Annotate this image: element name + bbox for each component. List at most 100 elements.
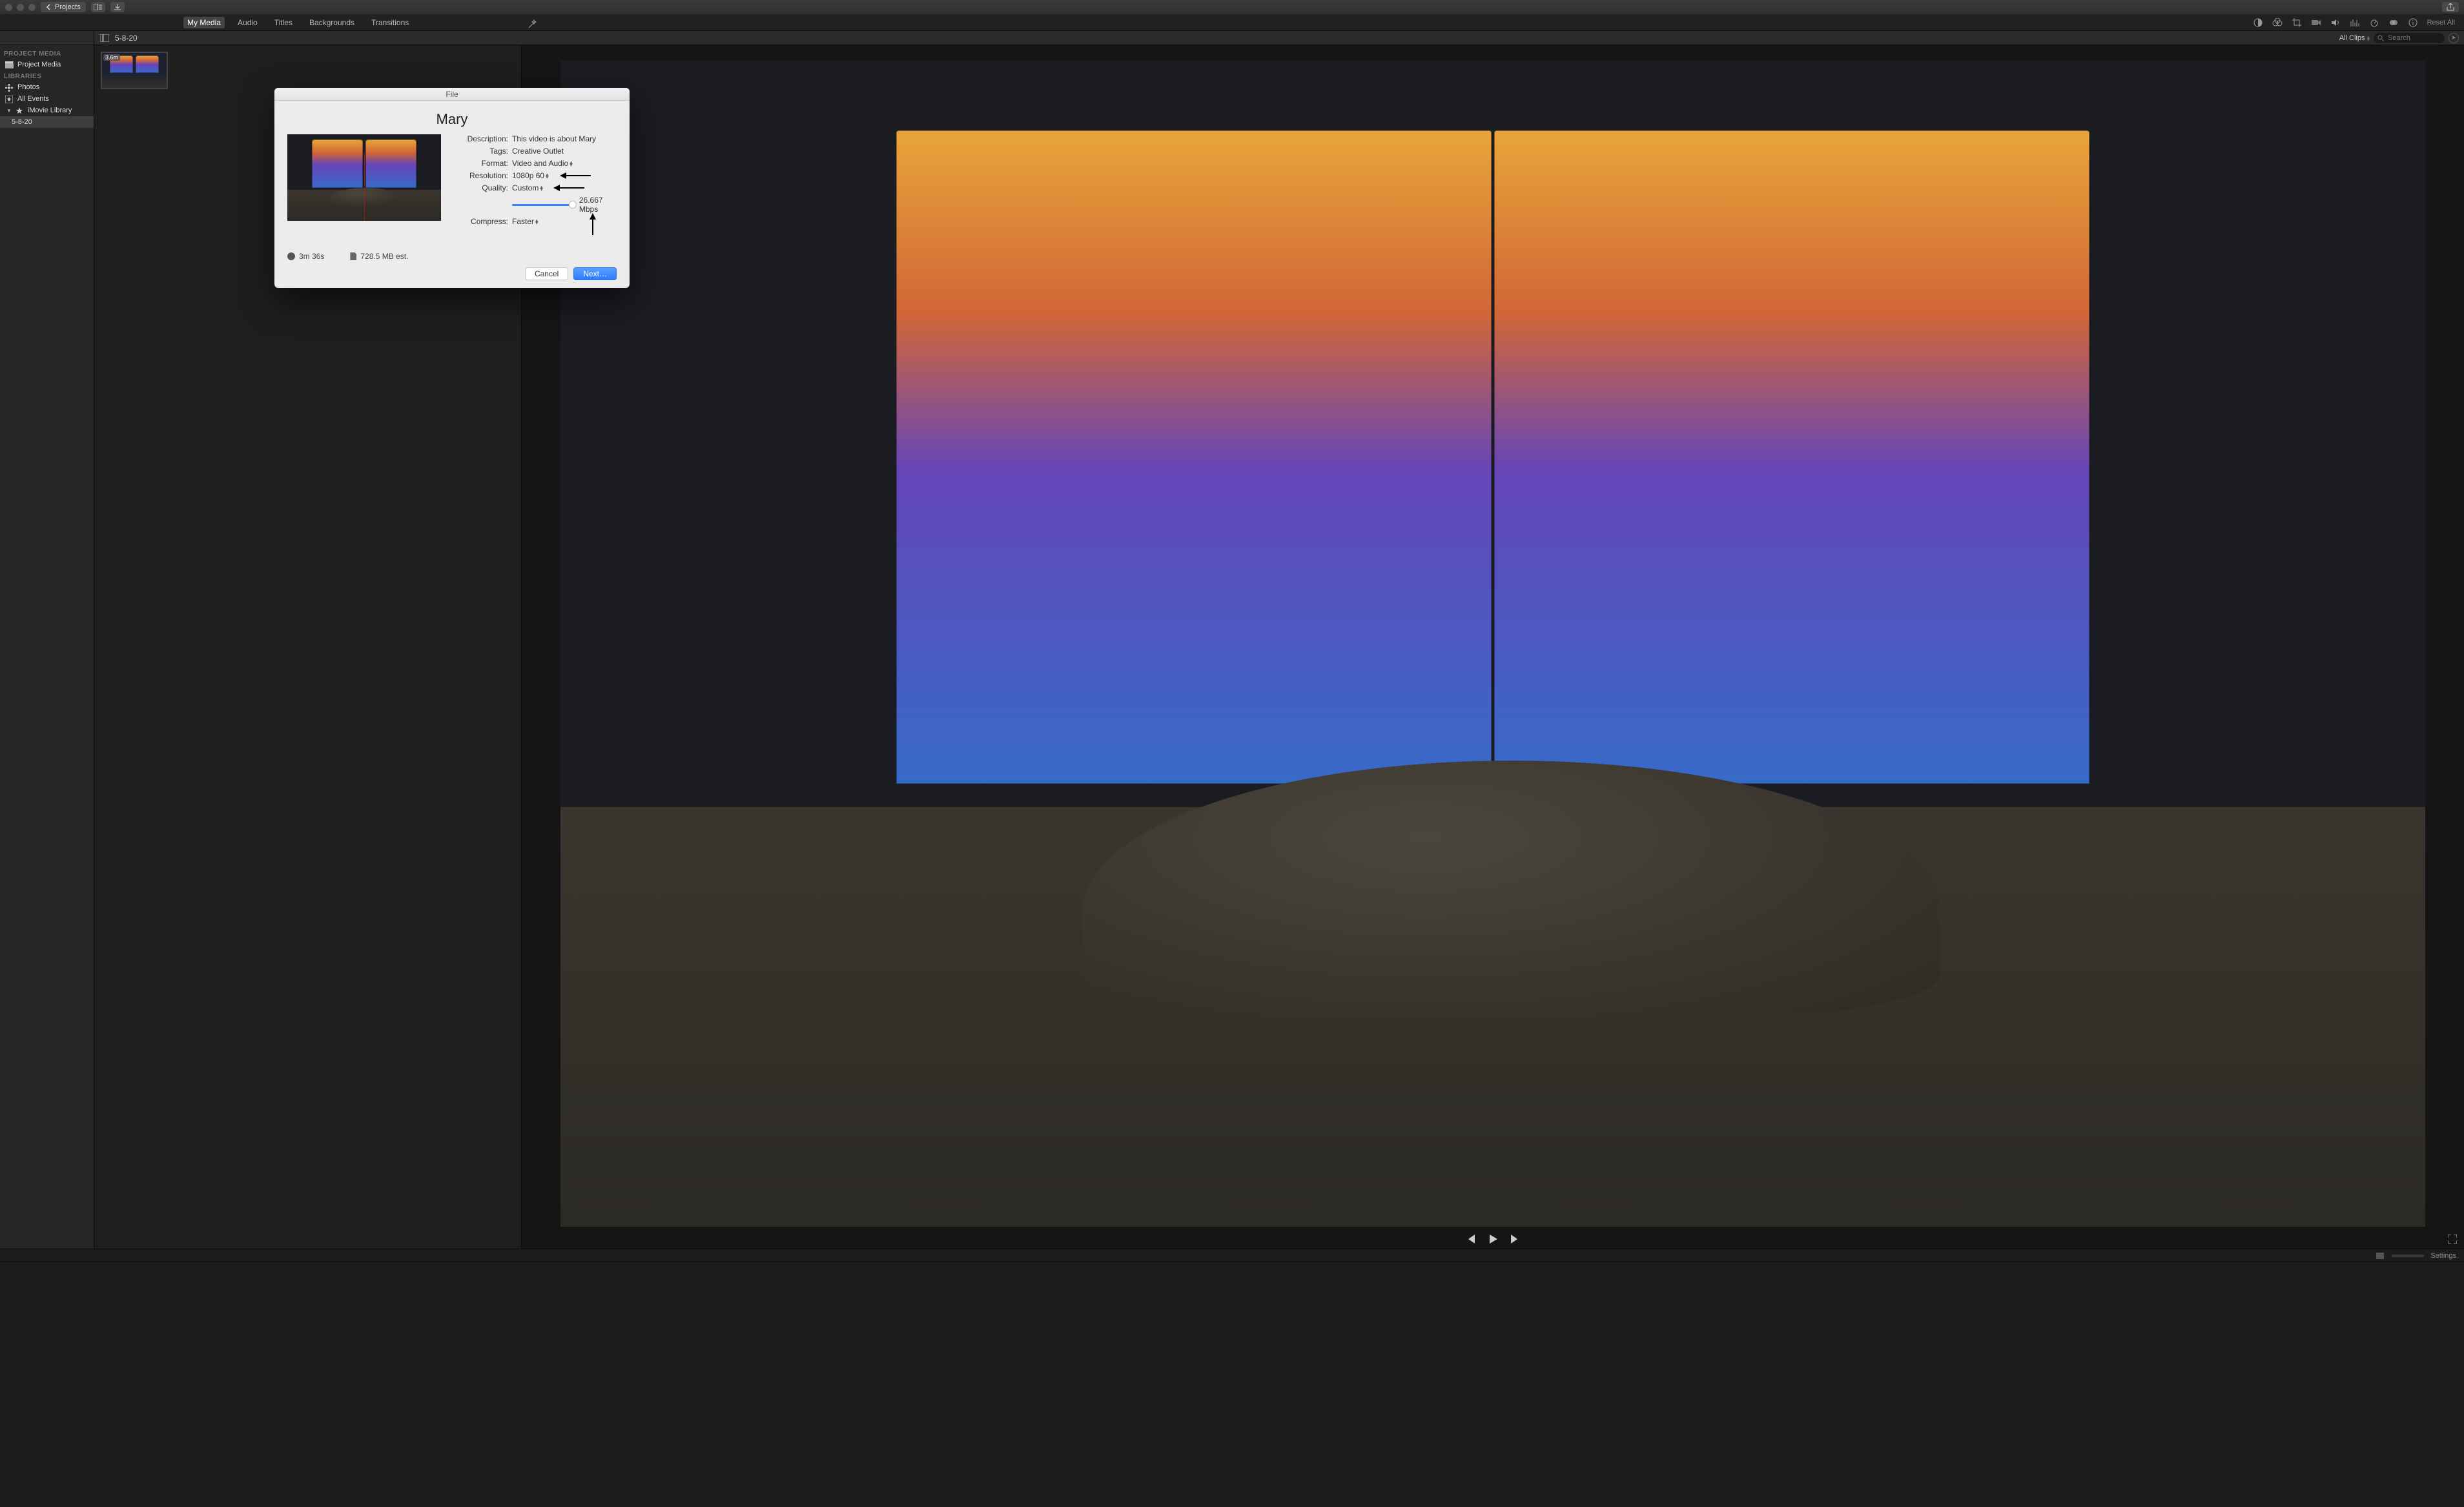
format-value: Video and Audio xyxy=(512,159,568,168)
timeline-settings-button[interactable]: Settings xyxy=(2430,1252,2456,1260)
event-name-label: 5-8-20 xyxy=(115,34,138,43)
tab-my-media[interactable]: My Media xyxy=(183,17,225,28)
library-star-icon xyxy=(15,107,24,114)
timeline-zoom-slider[interactable] xyxy=(2392,1255,2424,1257)
dialog-titlebar: File xyxy=(274,88,630,101)
format-select[interactable]: Video and Audio ▴▾ xyxy=(512,159,573,168)
export-duration: 3m 36s xyxy=(287,252,324,261)
sidebar-all-events[interactable]: All Events xyxy=(0,93,94,105)
next-button[interactable]: Next… xyxy=(573,267,617,280)
annotation-arrow xyxy=(553,185,584,191)
quality-select[interactable]: Custom ▴▾ xyxy=(512,183,543,192)
preview-viewer xyxy=(522,45,2464,1249)
export-filesize: 728.5 MB est. xyxy=(350,252,408,261)
sidebar-photos[interactable]: Photos xyxy=(0,81,94,93)
cancel-button[interactable]: Cancel xyxy=(525,267,568,280)
export-project-title: Mary xyxy=(287,111,617,128)
search-input[interactable] xyxy=(2374,33,2445,43)
bitrate-slider[interactable] xyxy=(512,204,573,206)
sidebar-header-libraries: LIBRARIES xyxy=(0,70,94,81)
color-correction-icon[interactable] xyxy=(2272,17,2283,28)
compress-label: Compress: xyxy=(450,217,508,226)
import-button[interactable] xyxy=(110,2,125,12)
volume-icon[interactable] xyxy=(2330,17,2341,28)
sidebar-item-label: Project Media xyxy=(17,61,61,68)
quality-label: Quality: xyxy=(450,183,508,192)
tab-transitions[interactable]: Transitions xyxy=(367,17,413,28)
next-button[interactable] xyxy=(1510,1234,1520,1244)
sidebar-header-project: PROJECT MEDIA xyxy=(0,48,94,59)
annotation-arrow xyxy=(590,213,596,235)
search-field[interactable] xyxy=(2387,34,2432,43)
filmstrip-toggle-icon[interactable] xyxy=(99,33,110,43)
tab-audio[interactable]: Audio xyxy=(234,17,262,28)
sidebar-event-item[interactable]: 5-8-20 xyxy=(0,116,94,128)
sidebar-imovie-library[interactable]: ▼ iMovie Library xyxy=(0,105,94,116)
share-button[interactable] xyxy=(2442,2,2459,12)
close-icon[interactable] xyxy=(5,4,12,11)
sidebar-item-label: Photos xyxy=(17,83,39,91)
noise-eq-icon[interactable] xyxy=(2350,17,2360,28)
tab-backgrounds[interactable]: Backgrounds xyxy=(305,17,358,28)
filter-icon[interactable] xyxy=(2388,17,2399,28)
media-clip[interactable]: 3.6m xyxy=(101,52,168,89)
description-field[interactable]: This video is about Mary xyxy=(512,134,617,143)
fullscreen-button[interactable] xyxy=(2447,1234,2458,1244)
annotation-arrow xyxy=(560,172,591,179)
updown-icon: ▴▾ xyxy=(2366,36,2370,41)
compress-value: Faster xyxy=(512,217,534,226)
preview-image[interactable] xyxy=(560,61,2425,1227)
window-traffic-lights[interactable] xyxy=(5,4,36,11)
filesize-value: 728.5 MB est. xyxy=(360,252,408,261)
list-icon xyxy=(94,4,103,10)
clips-filter-dropdown[interactable]: All Clips ▴▾ xyxy=(2339,34,2370,42)
minimize-icon[interactable] xyxy=(17,4,24,11)
disclosure-triangle-icon[interactable]: ▼ xyxy=(6,108,12,114)
prev-button[interactable] xyxy=(1466,1234,1476,1244)
timeline-area[interactable]: Settings xyxy=(0,1249,2464,1507)
reset-all-button[interactable]: Reset All xyxy=(2427,19,2455,26)
format-label: Format: xyxy=(450,159,508,168)
bitrate-value: 26.667 Mbps xyxy=(579,196,617,214)
clapper-icon xyxy=(5,61,14,68)
back-label: Projects xyxy=(55,3,81,11)
library-list-button[interactable] xyxy=(91,2,105,12)
clips-filter-label: All Clips xyxy=(2339,34,2365,42)
import-icon xyxy=(114,4,121,10)
play-button[interactable] xyxy=(1488,1234,1498,1244)
document-icon xyxy=(350,252,356,260)
crop-icon[interactable] xyxy=(2292,17,2302,28)
stabilization-icon[interactable] xyxy=(2311,17,2321,28)
media-tabs: My Media Audio Titles Backgrounds Transi… xyxy=(0,17,413,28)
speed-icon[interactable] xyxy=(2369,17,2379,28)
library-sidebar: PROJECT MEDIA Project Media LIBRARIES Ph… xyxy=(0,45,94,1249)
color-balance-icon[interactable] xyxy=(2253,17,2263,28)
content-created-icon[interactable]: ➤ xyxy=(2449,33,2459,43)
tags-field[interactable]: Creative Outlet xyxy=(512,147,617,156)
zoom-icon[interactable] xyxy=(28,4,36,11)
resolution-select[interactable]: 1080p 60 ▴▾ xyxy=(512,171,549,180)
updown-icon: ▴▾ xyxy=(570,161,573,166)
timeline-index-icon[interactable] xyxy=(2375,1251,2385,1261)
tags-label: Tags: xyxy=(450,147,508,156)
compress-select[interactable]: Faster ▴▾ xyxy=(512,217,539,226)
sidebar-project-media[interactable]: Project Media xyxy=(0,59,94,70)
export-file-dialog: File Mary Description: This video is abo… xyxy=(274,88,630,288)
updown-icon: ▴▾ xyxy=(540,185,543,190)
description-label: Description: xyxy=(450,134,508,143)
resolution-value: 1080p 60 xyxy=(512,171,544,180)
sidebar-item-label: All Events xyxy=(17,95,49,103)
back-to-projects-button[interactable]: Projects xyxy=(41,2,86,12)
star-icon xyxy=(5,96,14,103)
search-icon xyxy=(2377,35,2384,41)
sidebar-item-label: iMovie Library xyxy=(28,107,72,114)
duration-value: 3m 36s xyxy=(299,252,324,261)
clock-icon xyxy=(287,252,295,260)
chevron-left-icon xyxy=(46,4,52,10)
info-icon[interactable] xyxy=(2408,17,2418,28)
tab-titles[interactable]: Titles xyxy=(271,17,296,28)
quality-value: Custom xyxy=(512,183,539,192)
enhance-wand-icon[interactable] xyxy=(527,19,537,30)
export-preview-thumbnail xyxy=(287,134,441,221)
flower-icon xyxy=(5,84,14,91)
